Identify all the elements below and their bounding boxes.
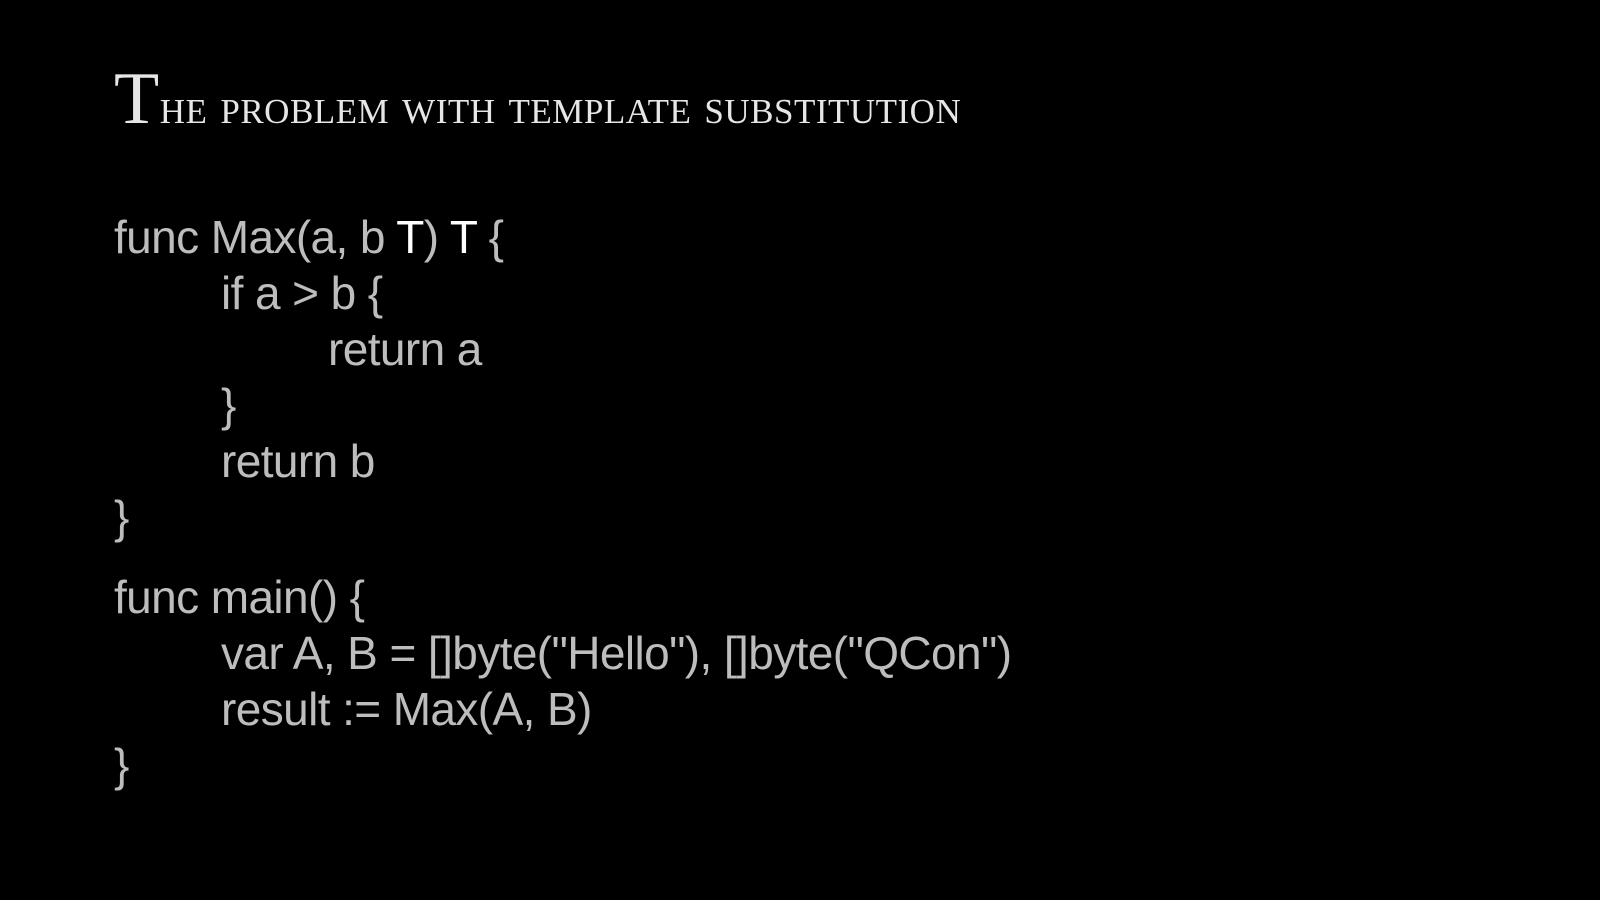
slide: The problem with template substitution f…	[0, 0, 1600, 900]
code-token: {	[476, 211, 504, 263]
return-type-highlight: T	[449, 211, 477, 263]
slide-title-rest: he problem with template substitution	[159, 78, 962, 134]
code-line-close-func: }	[114, 491, 129, 543]
code-block-max-function: func Max(a, b T) T { if a > b { return a…	[114, 214, 1514, 544]
slide-title: The problem with template substitution	[114, 62, 961, 136]
type-param-highlight: T	[396, 211, 424, 263]
code-line-return-b: return b	[221, 435, 375, 487]
code-line-return-a: return a	[328, 323, 482, 375]
code-block-main-function: func main() { var A, B = []byte("Hello")…	[114, 574, 1514, 794]
code-line-func-main: func main() {	[114, 571, 365, 623]
code-token: func Max(a, b	[114, 211, 397, 263]
code-line-close-if: }	[221, 379, 236, 431]
code-line-close-main: }	[114, 739, 129, 791]
code-line-func-max: func Max(a, b T) T {	[114, 211, 504, 263]
code-line-result: result := Max(A, B)	[221, 683, 592, 735]
code-line-if: if a > b {	[221, 267, 383, 319]
code-line-var-decl: var A, B = []byte("Hello"), []byte("QCon…	[221, 627, 1012, 679]
code-token: )	[423, 211, 450, 263]
slide-title-initial: T	[114, 58, 160, 140]
